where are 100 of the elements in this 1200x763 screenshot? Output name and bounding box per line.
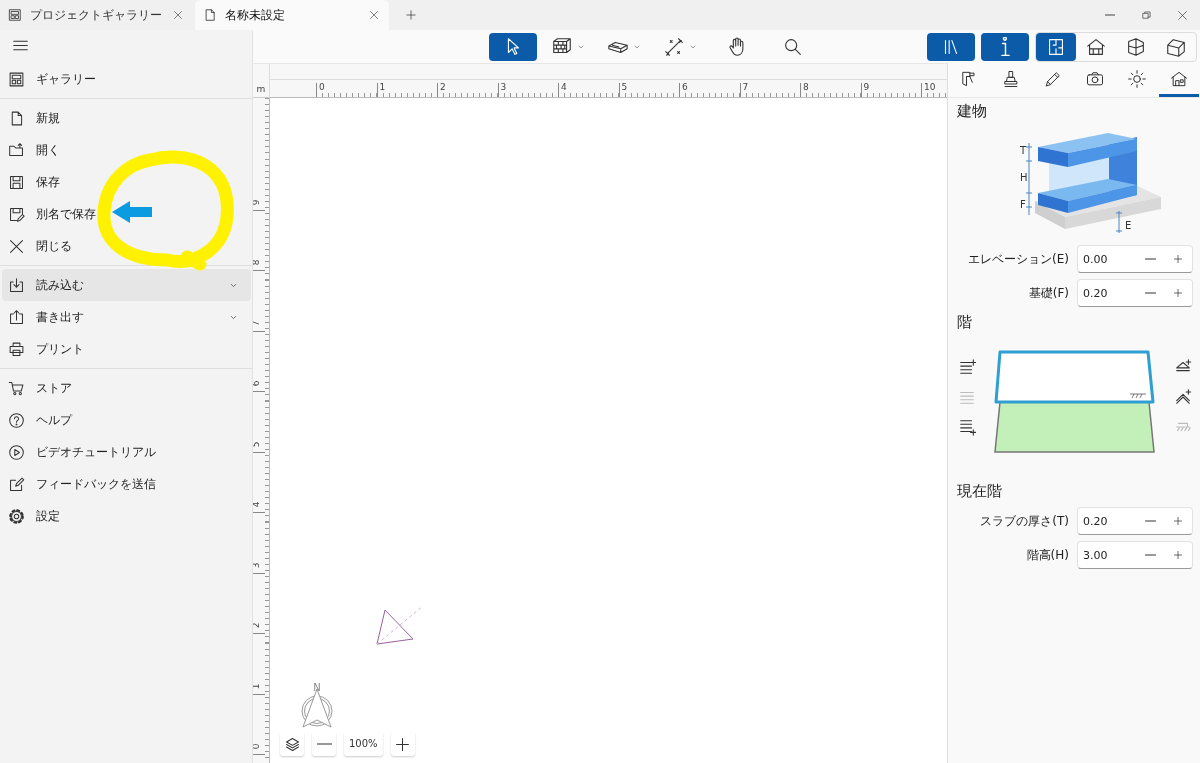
house-section-icon (1125, 35, 1147, 58)
minimize-icon (1105, 14, 1115, 16)
ruler-label: 8 (253, 259, 262, 266)
panel-button[interactable] (927, 32, 975, 61)
tab[interactable]: プロジェクトギャラリー (0, 0, 192, 30)
add-level-below-icon (958, 418, 976, 436)
plus-icon (394, 735, 412, 753)
close-icon (1176, 9, 1188, 21)
ruler-label: 9 (862, 83, 870, 92)
dimension-label: E (1125, 220, 1132, 231)
cart-icon (8, 379, 25, 397)
ruler-label: 1 (253, 683, 262, 689)
ruler-label: 0 (253, 743, 262, 750)
plus-icon (1172, 287, 1184, 299)
menu-item[interactable]: 別名で保存 (2, 198, 251, 230)
close-icon (8, 237, 25, 255)
menu-item[interactable]: フィードバックを送信 (2, 468, 251, 500)
tab[interactable]: 名称未設定 (195, 0, 389, 30)
gallery-icon (8, 8, 22, 22)
minus-icon (1144, 258, 1156, 260)
gallery-icon (8, 70, 25, 88)
section-title: 階 (957, 313, 973, 332)
level-action-button[interactable] (1173, 387, 1193, 407)
ruler-label: 6 (681, 83, 688, 92)
section-title: 現在階 (957, 482, 1003, 501)
help-icon (8, 411, 25, 429)
menu-item[interactable]: ヘルプ (2, 404, 251, 436)
close-icon (173, 10, 183, 20)
view-button[interactable] (1036, 32, 1076, 61)
info-icon (1000, 37, 1010, 56)
level-action-button[interactable] (957, 357, 977, 377)
restore-icon (1140, 9, 1152, 21)
plus-icon (1172, 253, 1184, 265)
dimension-label: H (1020, 172, 1028, 183)
section-title: 建物 (957, 102, 988, 121)
document-icon (203, 8, 217, 22)
layers-button[interactable] (280, 732, 304, 756)
zoom-level: 100% (344, 732, 383, 756)
level-action-button[interactable] (957, 417, 977, 437)
import-icon (8, 276, 25, 294)
compass-north-label: N (313, 683, 321, 693)
plus-icon (405, 9, 417, 21)
layers-icon (283, 735, 301, 753)
panel-button[interactable] (981, 32, 1029, 61)
dimension-label: T (1020, 145, 1027, 156)
printer-icon (8, 340, 25, 358)
menu-item[interactable]: 閉じる (2, 230, 251, 262)
menu-item[interactable]: 保存 (2, 166, 251, 198)
ruler-label: 2 (253, 622, 262, 629)
ruler-label: 3 (253, 562, 262, 568)
field-label: スラブの厚さ(T) (980, 512, 1069, 530)
menu-item[interactable]: プリント (2, 333, 251, 365)
minus-icon (1144, 292, 1156, 294)
ruler-label: 3 (499, 83, 507, 92)
ruler-label: 5 (620, 83, 628, 92)
field-label: 基礎(F) (1028, 284, 1069, 302)
ruler-label: 10 (923, 83, 936, 92)
ruler-label: 4 (253, 501, 262, 508)
ruler-label: 6 (253, 380, 262, 387)
menu-item[interactable]: 読み込む (2, 269, 251, 301)
menu-item[interactable]: ビデオチュートリアル (2, 436, 251, 468)
ruler-label: 1 (378, 83, 386, 92)
ruler-label: 9 (253, 199, 262, 205)
plus-icon (1172, 549, 1184, 561)
dimension-icon (663, 35, 685, 58)
tool-button[interactable] (488, 32, 537, 61)
ruler-label: 0 (318, 83, 325, 92)
zoom-in-button[interactable] (390, 732, 415, 756)
ruler-label: 7 (741, 83, 749, 92)
plus-icon (1172, 515, 1184, 527)
minus-icon (1144, 554, 1156, 556)
camera-marker-drawing[interactable] (376, 605, 424, 645)
number-field[interactable]: 3.00 (1077, 541, 1193, 569)
field-label: エレベーション(E) (968, 250, 1069, 268)
minus-icon (316, 743, 332, 745)
ruler-label: 7 (253, 320, 262, 326)
zoom-out-button[interactable] (312, 732, 336, 756)
sun-icon (1127, 68, 1147, 89)
export-icon (8, 308, 25, 326)
play-icon (8, 443, 25, 461)
ruler-unit: m (256, 84, 266, 96)
minus-icon (1144, 520, 1156, 522)
number-field[interactable]: 0.20 (1077, 507, 1193, 535)
number-field[interactable]: 0.20 (1077, 279, 1193, 307)
ruler-label: 5 (253, 441, 262, 447)
menu-item[interactable]: 開く (2, 134, 251, 166)
settings-icon (8, 507, 25, 525)
add-roof-line-icon (1174, 388, 1192, 406)
menu-item[interactable]: ギャラリー (2, 63, 251, 95)
number-field[interactable]: 0.00 (1077, 245, 1193, 273)
menu-item[interactable]: 設定 (2, 500, 251, 532)
ruler-label: 2 (439, 83, 446, 92)
menu-item[interactable]: ストア (2, 372, 251, 404)
field-label: 階高(H) (1026, 546, 1069, 564)
ruler-label: 4 (560, 83, 567, 92)
menu-item[interactable]: 書き出す (2, 301, 251, 333)
add-level-above-icon (958, 358, 976, 376)
close-icon (369, 10, 379, 20)
menu-item[interactable]: 新規 (2, 102, 251, 134)
dimension-label: F (1020, 199, 1026, 210)
